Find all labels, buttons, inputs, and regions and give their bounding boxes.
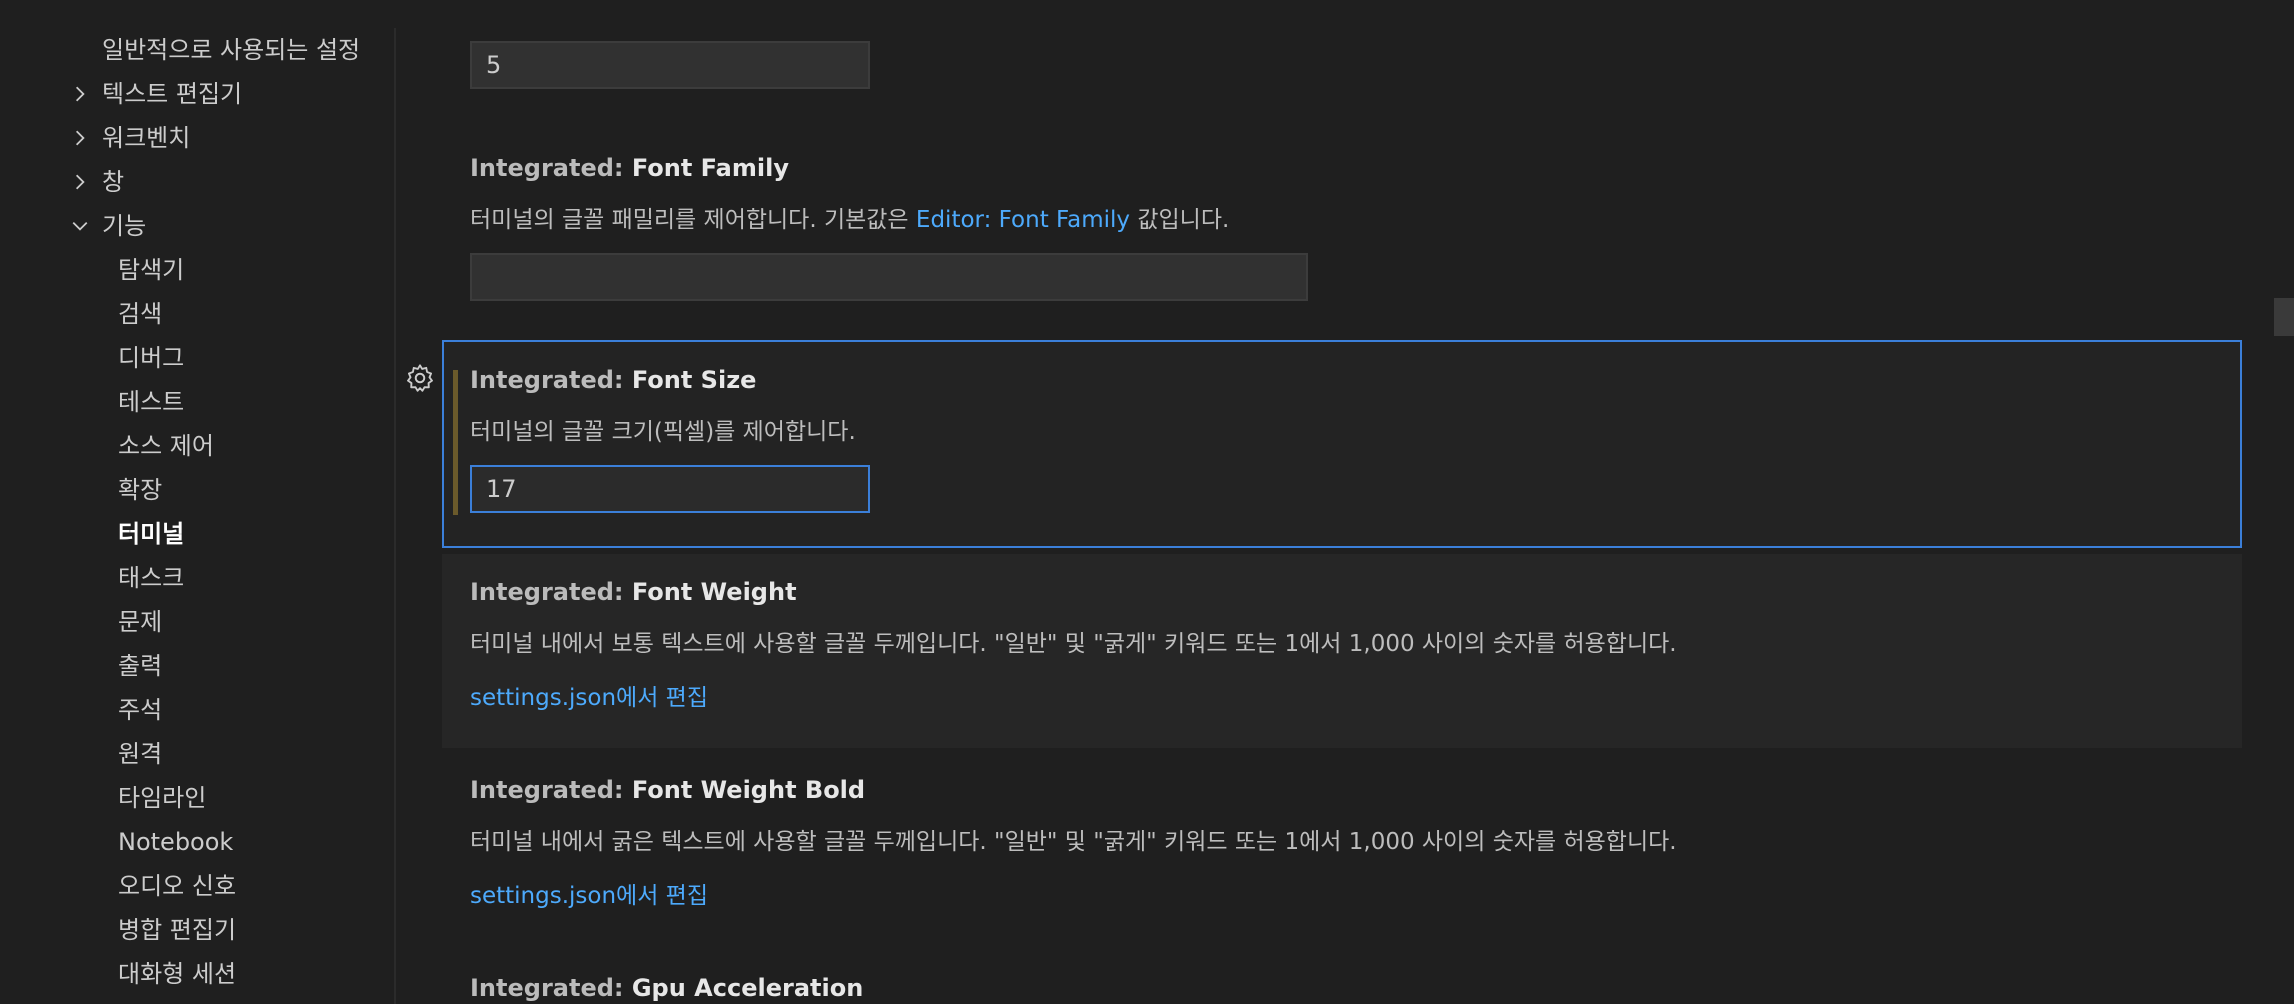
setting-title: Integrated: Font Weight [470,578,2270,606]
toc-item-label: 터미널 [118,520,185,548]
toc-item-label: 타임라인 [118,784,207,812]
setting-font-weight-description: 터미널 내에서 보통 텍스트에 사용할 글꼴 두께입니다. "일반" 및 "굵게… [470,624,2270,658]
toc-item-label: 대화형 세션 [118,960,237,988]
setting-title: Integrated: Gpu Acceleration [470,974,2270,1002]
chevron-down-icon[interactable] [70,206,90,246]
toc-item-text-editor[interactable]: 텍스트 편집기 [102,74,242,114]
toc-item-label: 디버그 [118,344,185,372]
setting-key: Font Size [631,366,757,394]
edit-in-settings-json-link[interactable]: settings.json에서 편집 [470,685,708,711]
toc-item-label: 창 [102,168,125,196]
toc-item-label: 확장 [118,476,163,504]
toc-item-comments[interactable]: 주석 [118,690,162,730]
settings-list: 5 Integrated: Font Family 터미널의 글꼴 패밀리를 제… [396,28,2294,1004]
toc-item-label: 테스트 [118,388,185,416]
toc-item-audio-cues[interactable]: 오디오 신호 [118,866,236,906]
toc-item-merge-editor[interactable]: 병합 편집기 [118,910,236,950]
toc-item-notebook[interactable]: Notebook [118,822,233,862]
desc-text: 값입니다. [1130,207,1230,233]
input-value: 17 [486,475,517,503]
toc-item-terminal[interactable]: 터미널 [118,514,184,554]
setting-category: Integrated: [470,974,632,1002]
toc-item-label: 텍스트 편집기 [102,80,243,108]
toc-item-label: 일반적으로 사용되는 설정 [102,36,361,64]
toc-item-output[interactable]: 출력 [118,646,162,686]
toc-item-workbench[interactable]: 워크벤치 [102,118,190,158]
chevron-right-icon[interactable] [70,162,90,202]
toc-item-testing[interactable]: 테스트 [118,382,184,422]
font-family-input[interactable] [470,253,1308,301]
toc-item-label: 탐색기 [118,256,185,284]
chevron-right-icon[interactable] [70,74,90,114]
toc-item-label: 소스 제어 [118,432,214,460]
setting-title: Integrated: Font Weight Bold [470,776,2270,804]
setting-key: Font Family [631,154,789,182]
setting-title: Integrated: Font Size [470,366,2270,394]
setting-font-weight-bold-description: 터미널 내에서 굵은 텍스트에 사용할 글꼴 두께입니다. "일반" 및 "굵게… [470,822,2270,856]
desc-text: 터미널의 글꼴 패밀리를 제어합니다. 기본값은 [470,207,916,233]
toc-item-commonly-used[interactable]: 일반적으로 사용되는 설정 [102,30,360,70]
setting-key: Gpu Acceleration [631,974,864,1002]
setting-font-weight-bold-edit: settings.json에서 편집 [470,876,2270,910]
modified-indicator [453,370,458,515]
toc-item-label: 주석 [118,696,163,724]
toc-item-source-control[interactable]: 소스 제어 [118,426,214,466]
toc-item-label: Notebook [118,828,234,856]
toc-item-label: 출력 [118,652,163,680]
setting-category: Integrated: [470,578,632,606]
toc-item-label: 병합 편집기 [118,916,237,944]
toc-item-label: 원격 [118,740,163,768]
scrollbar-thumb[interactable] [2274,298,2294,336]
toc-item-remote[interactable]: 원격 [118,734,162,774]
setting-gpu-acceleration: Integrated: Gpu Acceleration [470,974,2270,1002]
toc-item-tasks[interactable]: 태스크 [118,558,184,598]
toc-item-search[interactable]: 검색 [118,294,162,334]
toc-item-label: 태스크 [118,564,185,592]
setting-title: Integrated: Font Family [470,154,2270,182]
settings-toc-sidebar: 일반적으로 사용되는 설정 텍스트 편집기 워크벤치 창 기능 탐색기 검색 디… [0,28,396,1004]
setting-font-size: Integrated: Font Size [470,366,2270,394]
toc-item-features[interactable]: 기능 [102,206,146,246]
setting-font-family-description: 터미널의 글꼴 패밀리를 제어합니다. 기본값은 Editor: Font Fa… [470,200,2270,234]
setting-key: Font Weight Bold [631,776,866,804]
setting-category: Integrated: [470,366,632,394]
desc-text: 터미널의 글꼴 크기(픽셀)를 제어합니다. [470,419,856,445]
setting-font-weight-edit: settings.json에서 편집 [470,678,2270,712]
font-size-input[interactable]: 17 [470,465,870,513]
edit-in-settings-json-link[interactable]: settings.json에서 편집 [470,883,708,909]
toc-item-label: 기능 [102,212,147,240]
toc-item-label: 워크벤치 [102,124,191,152]
gear-icon[interactable] [404,362,436,394]
toc-item-window[interactable]: 창 [102,162,124,202]
input-value: 5 [486,51,502,79]
toc-item-debug[interactable]: 디버그 [118,338,184,378]
editor-font-family-link[interactable]: Editor: Font Family [916,207,1130,233]
desc-text: 터미널 내에서 보통 텍스트에 사용할 글꼴 두께입니다. "일반" 및 "굵게… [470,631,1677,657]
setting-font-weight-bold: Integrated: Font Weight Bold [470,776,2270,804]
toc-item-problems[interactable]: 문제 [118,602,162,642]
setting-category: Integrated: [470,776,632,804]
setting-category: Integrated: [470,154,632,182]
toc-item-label: 검색 [118,300,163,328]
setting-font-weight: Integrated: Font Weight [470,578,2270,606]
toc-item-label: 문제 [118,608,163,636]
toc-item-explorer[interactable]: 탐색기 [118,250,184,290]
toc-item-interactive-session[interactable]: 대화형 세션 [118,954,236,994]
toc-item-extensions[interactable]: 확장 [118,470,162,510]
setting-key: Font Weight [631,578,797,606]
title-bar-strip [0,0,2294,28]
setting-font-size-description: 터미널의 글꼴 크기(픽셀)를 제어합니다. [470,412,2270,446]
desc-text: 터미널 내에서 굵은 텍스트에 사용할 글꼴 두께입니다. "일반" 및 "굵게… [470,829,1677,855]
setting-font-family: Integrated: Font Family [470,154,2270,182]
chevron-right-icon[interactable] [70,118,90,158]
previous-setting-input[interactable]: 5 [470,41,870,89]
toc-item-label: 오디오 신호 [118,872,237,900]
toc-item-timeline[interactable]: 타임라인 [118,778,206,818]
